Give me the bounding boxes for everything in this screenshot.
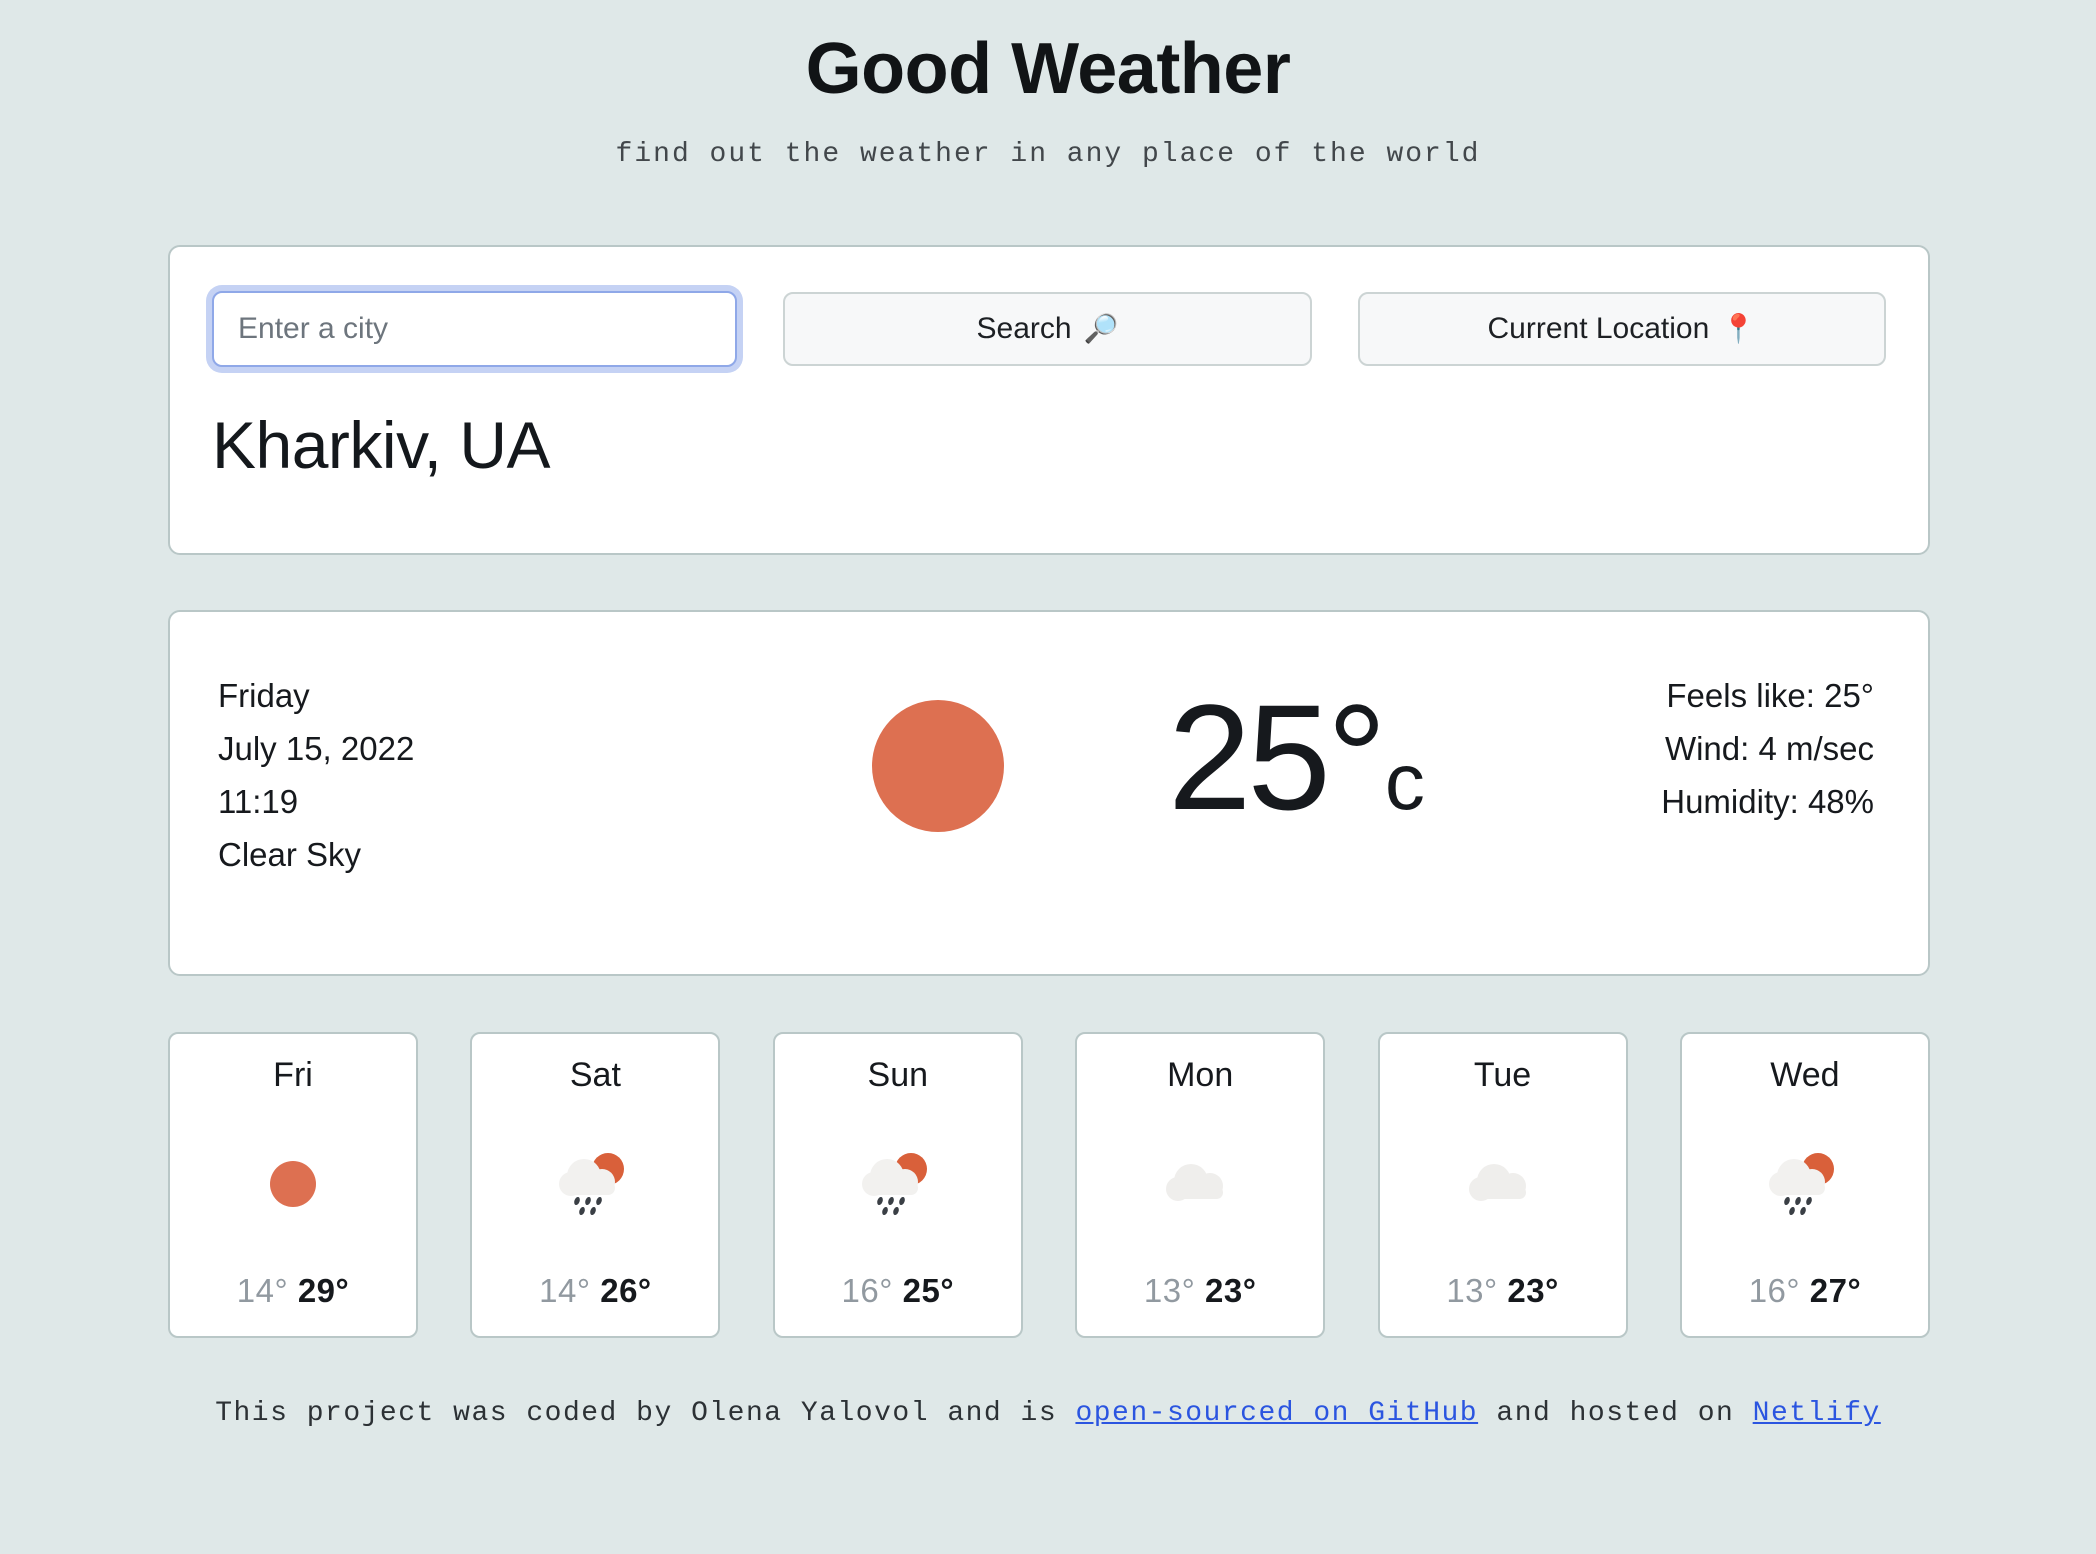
current-meta-column: Friday July 15, 2022 11:19 Clear Sky [218,662,738,886]
current-icon-column [738,662,1138,832]
search-card: Search 🔎 Current Location 📍 Kharkiv, UA [168,245,1930,555]
forecast-day-label: Sat [569,1056,621,1094]
current-stats-column: Feels like: 25° Wind: 4 m/sec Humidity: … [1520,662,1880,833]
search-button-label: Search [976,312,1072,345]
humidity-stat: Humidity: 48% [1661,782,1874,820]
forecast-card[interactable]: Sun 16° 25° [772,1032,1023,1338]
forecast-temp-min: 16° [1748,1272,1801,1309]
sun-rain-cloud-icon [559,1152,625,1215]
forecast-temp-max: 25° [902,1272,955,1309]
wind-stat: Wind: 4 m/sec [1664,729,1874,767]
current-time: 11:19 [218,782,299,820]
forecast-card[interactable]: Sat 14° 26° [470,1032,721,1338]
forecast-day-label: Tue [1473,1056,1532,1094]
forecast-icon-wrapper [170,1095,416,1272]
sun-rain-cloud-icon [1768,1152,1834,1215]
forecast-card[interactable]: Wed 16° 27° [1679,1032,1930,1338]
weather-app-page: Good Weather find out the weather in any… [0,0,2096,1554]
netlify-link[interactable]: Netlify [1753,1398,1881,1429]
current-weather-grid: Friday July 15, 2022 11:19 Clear Sky 25°… [218,662,1880,974]
footer-text-1: This project was coded by Olena Yalovol … [215,1398,1076,1429]
forecast-temps: 16° 25° [842,1272,954,1310]
forecast-day-label: Mon [1167,1056,1234,1094]
forecast-card[interactable]: Mon 13° 23° [1075,1032,1326,1338]
forecast-icon-wrapper [472,1095,718,1272]
sun-icon [872,700,1004,832]
footer: This project was coded by Olena Yalovol … [0,1392,2096,1435]
forecast-temp-max: 26° [600,1272,652,1309]
forecast-temp-max: 23° [1507,1272,1559,1309]
forecast-temps: 13° 23° [1144,1272,1256,1310]
forecast-temps: 14° 26° [539,1272,651,1310]
forecast-icon-wrapper [1077,1095,1323,1272]
forecast-card[interactable]: Fri 14° 29° [168,1032,418,1338]
cloud-icon [1468,1163,1526,1201]
forecast-day-label: Wed [1770,1056,1840,1094]
page-title: Good Weather [805,29,1291,109]
search-input[interactable] [212,291,738,367]
temperature-unit: c [1384,737,1425,826]
current-date: July 15, 2022 [218,729,415,767]
city-name: Kharkiv, UA [212,408,551,482]
feels-like-stat: Feels like: 25° [1666,677,1874,714]
current-temperature-column: 25° c [1138,662,1520,832]
forecast-icon-wrapper [775,1095,1021,1272]
forecast-temps: 16° 27° [1749,1272,1861,1310]
sun-rain-cloud-icon [861,1152,927,1215]
current-description: Clear Sky [218,835,362,873]
search-icon: 🔎 [1083,313,1119,344]
forecast-temps: 13° 23° [1446,1272,1558,1310]
forecast-temp-max: 29° [297,1272,350,1309]
forecast-temp-min: 16° [841,1272,893,1309]
forecast-day-label: Sun [867,1056,929,1094]
search-button[interactable]: Search 🔎 [783,292,1312,366]
github-link[interactable]: open-sourced on GitHub [1075,1398,1478,1429]
forecast-icon-wrapper [1682,1095,1928,1272]
search-row: Search 🔎 Current Location 📍 [212,291,1887,367]
cloud-icon [1166,1163,1224,1201]
forecast-row: Fri 14° 29° Sat 14° 26° Sun 16° 25° Mon 13° 23°… [168,1032,1930,1338]
map-pin-icon: 📍 [1721,313,1757,344]
forecast-temp-max: 23° [1205,1272,1257,1309]
sun-icon [270,1160,316,1207]
forecast-temps: 14° 29° [237,1272,349,1310]
page-subtitle: find out the weather in any place of the… [615,139,1481,171]
city-input-wrapper [212,291,738,367]
forecast-temp-min: 13° [1143,1272,1196,1309]
forecast-temp-max: 27° [1809,1272,1862,1309]
footer-text-2: and hosted on [1478,1398,1753,1429]
forecast-temp-min: 14° [539,1272,591,1309]
forecast-day-label: Fri [273,1056,313,1094]
current-temperature: 25° [1168,673,1387,841]
forecast-icon-wrapper [1380,1095,1626,1272]
forecast-temp-min: 13° [1446,1272,1498,1309]
forecast-temp-min: 14° [236,1272,289,1309]
current-day: Friday [218,677,310,714]
current-weather-card: Friday July 15, 2022 11:19 Clear Sky 25°… [168,610,1930,976]
forecast-card[interactable]: Tue 13° 23° [1377,1032,1628,1338]
current-location-label: Current Location [1487,312,1710,345]
current-location-button[interactable]: Current Location 📍 [1357,292,1887,366]
